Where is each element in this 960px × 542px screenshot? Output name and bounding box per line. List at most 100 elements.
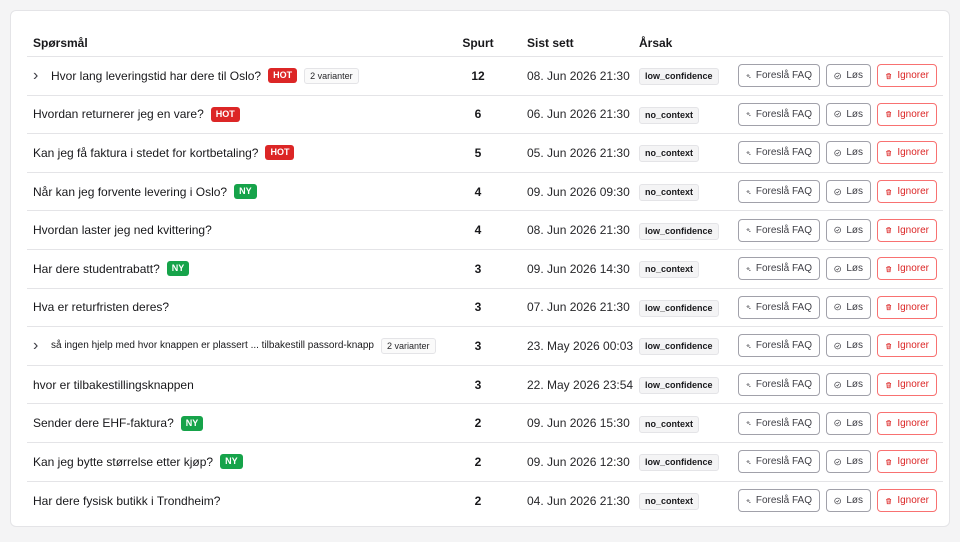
new-badge: NY [234, 184, 257, 200]
row-actions: Foreslå FAQ Løs Ignorer [727, 218, 943, 242]
unanswered-questions-card: Spørsmål Spurt Sist sett Årsak › Hvor lan… [10, 10, 950, 527]
row-actions: Foreslå FAQ Løs Ignorer [727, 334, 943, 358]
ignore-button[interactable]: Ignorer [877, 450, 937, 474]
ignore-button[interactable]: Ignorer [877, 411, 937, 435]
sparkle-icon [746, 227, 751, 233]
question-cell: Har dere studentrabatt? NY [27, 261, 445, 277]
new-badge: NY [166, 261, 190, 277]
solve-label: Løs [846, 417, 863, 429]
sparkle-icon [746, 498, 751, 504]
reason-cell: no_context [627, 182, 727, 202]
table-row: Har dere fysisk butikk i Trondheim? 2 04. … [27, 482, 943, 521]
suggest-faq-button[interactable]: Foreslå FAQ [738, 373, 820, 397]
ignore-button[interactable]: Ignorer [877, 180, 937, 204]
ignore-label: Ignorer [897, 417, 929, 429]
variants-badge[interactable]: 2 varianter [304, 67, 359, 84]
suggest-faq-button[interactable]: Foreslå FAQ [738, 411, 820, 435]
suggest-faq-button[interactable]: Foreslå FAQ [738, 334, 820, 358]
row-actions: Foreslå FAQ Løs Ignorer [727, 295, 943, 319]
solve-button[interactable]: Løs [826, 334, 871, 358]
trash-icon [886, 498, 892, 504]
reason-cell: low_confidence [627, 452, 727, 472]
trash-icon [886, 227, 892, 234]
question-text: Sender dere EHF-faktura? [33, 416, 174, 431]
last-seen-date: 04. Jun 2026 21:30 [527, 493, 630, 508]
sparkle-icon [746, 304, 751, 311]
solve-button[interactable]: Løs [826, 411, 871, 435]
ignore-button[interactable]: Ignorer [877, 64, 937, 88]
solve-button[interactable]: Løs [826, 218, 871, 242]
reason-cell: low_confidence [627, 66, 727, 86]
solve-button[interactable]: Løs [826, 141, 871, 165]
solve-label: Løs [846, 263, 863, 275]
reason-badge: no_context [639, 493, 700, 511]
row-actions: Foreslå FAQ Løs Ignorer [727, 373, 943, 397]
solve-button[interactable]: Løs [826, 450, 871, 474]
ignore-label: Ignorer [897, 301, 929, 313]
suggest-faq-button[interactable]: Foreslå FAQ [738, 141, 820, 165]
reason-badge: no_context [639, 261, 700, 279]
solve-button[interactable]: Løs [826, 64, 871, 88]
solve-label: Løs [846, 70, 863, 82]
variants-badge[interactable]: 2 varianter [380, 337, 436, 354]
trash-icon [886, 304, 892, 311]
question-cell: Hvordan returnerer jeg en vare? HOT [27, 106, 445, 122]
suggest-faq-button[interactable]: Foreslå FAQ [738, 257, 820, 281]
ignore-label: Ignorer [897, 186, 929, 198]
reason-cell: low_confidence [627, 221, 727, 240]
solve-button[interactable]: Løs [826, 257, 871, 281]
reason-badge: no_context [639, 184, 700, 202]
question-text: Hvor lang leveringstid har dere til Oslo… [51, 68, 262, 83]
row-actions: Foreslå FAQ Løs Ignorer [727, 411, 943, 435]
header-count: Spurt [462, 35, 494, 50]
table-row: Hvordan laster jeg ned kvittering? 4 08. J… [27, 211, 943, 250]
sparkle-icon [746, 189, 751, 195]
ignore-button[interactable]: Ignorer [877, 334, 937, 358]
header-question: Spørsmål [33, 35, 88, 50]
reason-badge: low_confidence [639, 299, 719, 317]
suggest-faq-button[interactable]: Foreslå FAQ [738, 180, 820, 204]
last-seen-date: 05. Jun 2026 21:30 [527, 145, 630, 160]
chevron-right-icon[interactable]: › [33, 68, 45, 84]
table-row: Sender dere EHF-faktura? NY 2 09. Jun 2026 … [27, 404, 943, 443]
suggest-faq-label: Foreslå FAQ [755, 456, 812, 468]
solve-button[interactable]: Løs [826, 489, 871, 513]
question-text: Har dere studentrabatt? [33, 261, 160, 276]
ignore-button[interactable]: Ignorer [877, 489, 937, 513]
ignore-label: Ignorer [897, 70, 929, 82]
ignore-button[interactable]: Ignorer [877, 218, 937, 242]
chevron-right-icon[interactable]: › [33, 338, 45, 354]
new-badge: NY [220, 454, 243, 470]
ignore-button[interactable]: Ignorer [877, 102, 937, 126]
suggest-faq-button[interactable]: Foreslå FAQ [738, 450, 820, 474]
suggest-faq-button[interactable]: Foreslå FAQ [738, 218, 820, 242]
sparkle-icon [746, 459, 751, 465]
row-actions: Foreslå FAQ Løs Ignorer [727, 141, 943, 165]
solve-button[interactable]: Løs [826, 295, 871, 319]
hot-badge: HOT [268, 68, 298, 84]
ignore-button[interactable]: Ignorer [877, 373, 937, 397]
trash-icon [886, 381, 892, 388]
reason-cell: no_context [627, 143, 727, 163]
suggest-faq-label: Foreslå FAQ [755, 379, 812, 391]
solve-button[interactable]: Løs [826, 180, 871, 204]
sparkle-icon [746, 382, 751, 388]
ignore-button[interactable]: Ignorer [877, 257, 937, 281]
reason-badge: no_context [639, 145, 700, 163]
suggest-faq-button[interactable]: Foreslå FAQ [738, 102, 820, 126]
last-seen-date: 07. Jun 2026 21:30 [527, 300, 630, 315]
ignore-button[interactable]: Ignorer [877, 141, 937, 165]
trash-icon [886, 111, 892, 118]
reason-cell: no_context [627, 491, 727, 511]
ignore-button[interactable]: Ignorer [877, 295, 937, 319]
suggest-faq-button[interactable]: Foreslå FAQ [738, 64, 820, 88]
solve-button[interactable]: Løs [826, 102, 871, 126]
solve-label: Løs [846, 224, 863, 236]
suggest-faq-button[interactable]: Foreslå FAQ [738, 489, 820, 513]
suggest-faq-label: Foreslå FAQ [755, 263, 812, 275]
solve-label: Løs [846, 340, 863, 352]
suggest-faq-button[interactable]: Foreslå FAQ [738, 295, 820, 319]
check-circle-icon [834, 304, 841, 311]
suggest-faq-label: Foreslå FAQ [755, 108, 812, 120]
solve-button[interactable]: Løs [826, 373, 871, 397]
